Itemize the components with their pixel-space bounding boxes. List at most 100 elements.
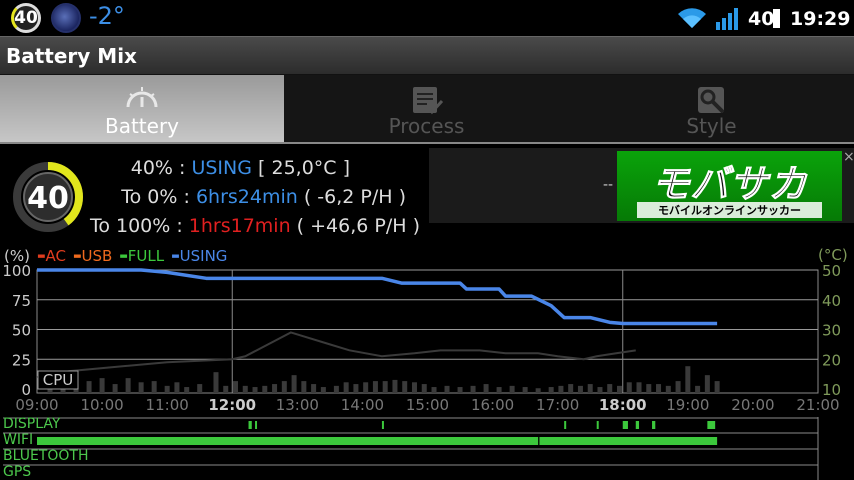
cpu-bar <box>548 387 554 393</box>
device-label-gps: GPS <box>3 464 32 480</box>
title-bar: Battery Mix <box>0 36 854 75</box>
cpu-bar <box>197 384 203 393</box>
cpu-bar <box>558 385 564 393</box>
y-right-tick: 30 <box>822 322 841 340</box>
cpu-bar <box>646 384 652 393</box>
x-tick: 21:00 <box>796 396 839 414</box>
cpu-bar <box>392 379 398 393</box>
y-left-tick: 100 <box>2 264 31 280</box>
tab-battery-label: Battery <box>104 114 180 138</box>
cpu-bar <box>509 385 515 393</box>
x-tick: 18:00 <box>599 396 647 414</box>
cpu-bar <box>363 382 369 393</box>
y-left-tick: 25 <box>12 351 31 369</box>
checklist-icon <box>412 87 443 115</box>
y-right-tick: 50 <box>822 264 841 280</box>
battery-level-line <box>37 268 718 326</box>
y-right-tick: 40 <box>822 292 841 310</box>
legend-label: USING <box>179 247 228 265</box>
cpu-label: CPU <box>43 371 74 389</box>
device-active-segment <box>564 421 567 429</box>
x-tick: 09:00 <box>15 396 58 414</box>
cpu-bar <box>577 385 583 393</box>
status-bar: 40 -2° 40 19:29 <box>0 0 854 36</box>
cpu-bar <box>262 385 268 393</box>
chart-legend: (%) ▬AC ▬USB ▬FULL ▬USING <box>4 247 234 265</box>
x-tick: 16:00 <box>471 396 514 414</box>
time-to-full-prefix: To 100% : <box>89 215 189 237</box>
ad-close-button[interactable]: × <box>843 149 854 165</box>
cpu-bar <box>704 375 710 393</box>
x-tick: 15:00 <box>406 396 449 414</box>
ad-placeholder: -- <box>603 177 614 193</box>
cpu-bar <box>291 375 297 393</box>
cpu-bar <box>457 387 463 393</box>
device-active-segment <box>255 421 258 429</box>
cpu-bar <box>252 387 258 393</box>
cpu-bar <box>470 385 476 393</box>
device-active-segment <box>37 437 539 445</box>
chart-frame <box>36 269 819 394</box>
cpu-bar <box>301 381 307 393</box>
device-active-segment <box>248 421 252 429</box>
cpu-bar <box>281 381 287 393</box>
cpu-bar <box>125 378 131 393</box>
cpu-bar <box>223 385 229 393</box>
cpu-bar <box>496 387 502 393</box>
time-to-empty-prefix: To 0% : <box>121 186 196 208</box>
cpu-bar <box>343 382 349 393</box>
tab-style[interactable]: Style <box>569 75 854 144</box>
cpu-bar <box>184 387 190 393</box>
cpu-bar <box>411 382 417 393</box>
x-tick: 14:00 <box>341 396 384 414</box>
cpu-bar <box>372 381 378 393</box>
tab-process-label: Process <box>388 114 465 138</box>
cpu-bar <box>714 381 720 393</box>
tab-process[interactable]: Process <box>284 75 569 144</box>
cpu-bar <box>665 385 671 393</box>
legend-label: USB <box>81 247 113 265</box>
cpu-bar <box>333 385 339 393</box>
x-tick: 10:00 <box>80 396 123 414</box>
legend-swatch: ▬ <box>171 251 180 262</box>
right-unit-label: (°C) <box>818 246 848 264</box>
legend-swatch: ▬ <box>119 251 128 262</box>
device-active-segment <box>635 421 640 429</box>
cpu-bar <box>164 385 170 393</box>
tab-style-label: Style <box>686 114 737 138</box>
status-line: 40% : USING [ 25,0°C ] <box>131 157 350 179</box>
cpu-bar <box>320 387 326 393</box>
status-prefix: 40% : <box>130 157 192 179</box>
time-to-full-line: To 100% : 1hrs17min ( +46,6 P/H ) <box>90 215 420 237</box>
cpu-bar <box>151 381 157 393</box>
battery-gauge-value: 40 <box>27 181 69 216</box>
app-title: Battery Mix <box>6 44 137 68</box>
cpu-bar <box>636 382 642 393</box>
cpu-bar <box>272 384 278 393</box>
cpu-bar <box>607 384 613 393</box>
device-label-wifi: WIFI <box>3 432 34 448</box>
device-label-display: DISPLAY <box>3 416 61 432</box>
signal-strength-icon <box>716 8 738 30</box>
legend-item-using: ▬USING <box>171 247 227 265</box>
device-active-segment <box>622 421 628 429</box>
battery-percent-text: 40 <box>748 8 775 30</box>
chart-grid <box>36 269 819 394</box>
cpu-bar <box>522 387 528 393</box>
cpu-bar <box>382 381 388 393</box>
discharge-rate: ( -6,2 P/H ) <box>297 186 406 208</box>
cpu-bar <box>431 387 437 393</box>
tab-battery[interactable]: Battery <box>0 75 284 144</box>
cpu-bar <box>242 385 248 393</box>
cpu-bar <box>568 384 574 393</box>
cpu-bar <box>99 378 105 393</box>
cpu-bars <box>47 366 720 393</box>
cpu-bar <box>483 384 489 393</box>
ad-banner[interactable]: モバサカ モバイルオンラインサッカー <box>617 151 842 221</box>
wrench-icon <box>697 87 724 114</box>
tab-divider <box>0 142 854 144</box>
device-active-segment <box>652 421 656 429</box>
time-to-full-value: 1hrs17min <box>188 215 291 237</box>
status-temp: [ 25,0°C ] <box>251 157 350 179</box>
ad-title: モバサカ <box>651 162 808 207</box>
